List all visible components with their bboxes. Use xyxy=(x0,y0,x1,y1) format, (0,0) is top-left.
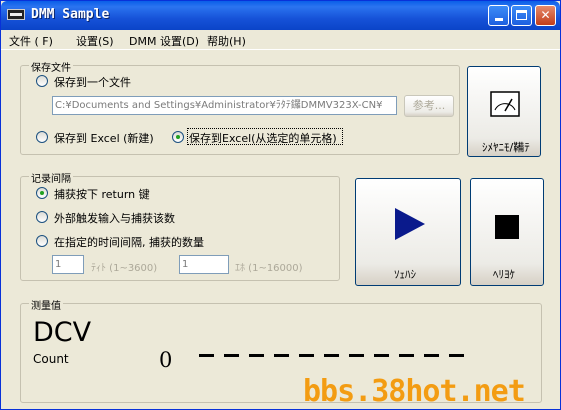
external-trigger-label: 外部触发输入与捕获该数 xyxy=(54,212,175,225)
count-input[interactable]: 1 xyxy=(179,255,229,274)
timed-interval-label: 在指定的时间间隔, 捕获的数量 xyxy=(54,236,204,249)
stop-button[interactable]: ﾍﾘﾖｹ xyxy=(470,178,544,286)
minimize-icon xyxy=(495,18,503,21)
close-icon: ✕ xyxy=(540,8,551,22)
reading-segment xyxy=(449,354,464,357)
start-button[interactable]: ｿｪﾊｼ xyxy=(355,178,461,286)
reading-segment xyxy=(424,354,439,357)
reading-segment xyxy=(349,354,364,357)
monitor-button-label: ｼﾒﾔﾆﾓ/鞴ﾃ xyxy=(482,141,530,154)
menu-help[interactable]: 帮助(H) xyxy=(207,33,246,49)
close-button[interactable]: ✕ xyxy=(535,5,556,26)
start-button-label: ｿｪﾊｼ xyxy=(394,268,416,281)
save-group-label: 保存文件 xyxy=(29,59,73,74)
maximize-button[interactable] xyxy=(511,5,532,26)
measurement-group-label: 测量值 xyxy=(29,297,63,312)
meter-icon xyxy=(490,91,520,117)
interval-input[interactable]: 1 xyxy=(52,255,84,274)
reading-segment xyxy=(249,354,264,357)
watermark-text: bbs.38hot.net xyxy=(303,374,526,409)
menu-file[interactable]: 文件 ( F) xyxy=(9,33,53,49)
count-label: Count xyxy=(33,352,69,366)
reading-segment xyxy=(299,354,314,357)
stop-icon xyxy=(495,215,519,239)
menu-settings[interactable]: 设置(S) xyxy=(76,33,114,49)
title-bar[interactable]: DMM Sample ✕ xyxy=(1,1,560,30)
stop-button-label: ﾍﾘﾖｹ xyxy=(493,268,515,281)
reading-segment xyxy=(274,354,289,357)
reading-segment xyxy=(224,354,239,357)
reading-segment xyxy=(199,354,214,357)
file-path-field[interactable]: C:¥Documents and Settings¥Administrator¥… xyxy=(52,96,397,115)
minimize-button[interactable] xyxy=(488,5,509,26)
menu-bar: 文件 ( F) 设置(S) DMM 设置(D) 帮助(H) xyxy=(1,30,560,50)
count-hint: ｴﾎ (1~16000) xyxy=(235,263,303,274)
reading-segment xyxy=(399,354,414,357)
maximize-icon xyxy=(516,10,527,20)
save-excel-new-radio[interactable] xyxy=(36,131,48,143)
capture-return-label: 捕获按下 return 键 xyxy=(54,188,150,201)
count-value: 0 xyxy=(159,348,173,372)
play-icon xyxy=(395,208,425,240)
external-trigger-radio[interactable] xyxy=(36,211,48,223)
window-title: DMM Sample xyxy=(31,7,110,22)
save-excel-new-label: 保存到 Excel (新建) xyxy=(54,132,154,145)
save-to-file-label: 保存到一个文件 xyxy=(54,76,131,89)
save-excel-cell-radio[interactable] xyxy=(172,131,184,143)
measurement-unit: DCV xyxy=(33,317,92,348)
reading-segment xyxy=(374,354,389,357)
app-icon xyxy=(7,9,25,20)
monitor-button[interactable]: ｼﾒﾔﾆﾓ/鞴ﾃ xyxy=(467,66,541,157)
main-window: DMM Sample ✕ 文件 ( F) 设置(S) DMM 设置(D) 帮助(… xyxy=(0,0,561,410)
interval-hint: ﾃｨﾄ (1~3600) xyxy=(91,263,158,274)
menu-dmm-settings[interactable]: DMM 设置(D) xyxy=(129,33,199,49)
reading-segment xyxy=(324,354,339,357)
timed-interval-radio[interactable] xyxy=(36,235,48,247)
save-to-file-radio[interactable] xyxy=(36,75,48,87)
browse-button[interactable]: 参考... xyxy=(404,95,454,117)
interval-group-label: 记录间隔 xyxy=(29,170,73,185)
capture-return-radio[interactable] xyxy=(36,187,48,199)
save-excel-cell-label: 保存到Excel(从选定的单元格) xyxy=(189,132,337,145)
